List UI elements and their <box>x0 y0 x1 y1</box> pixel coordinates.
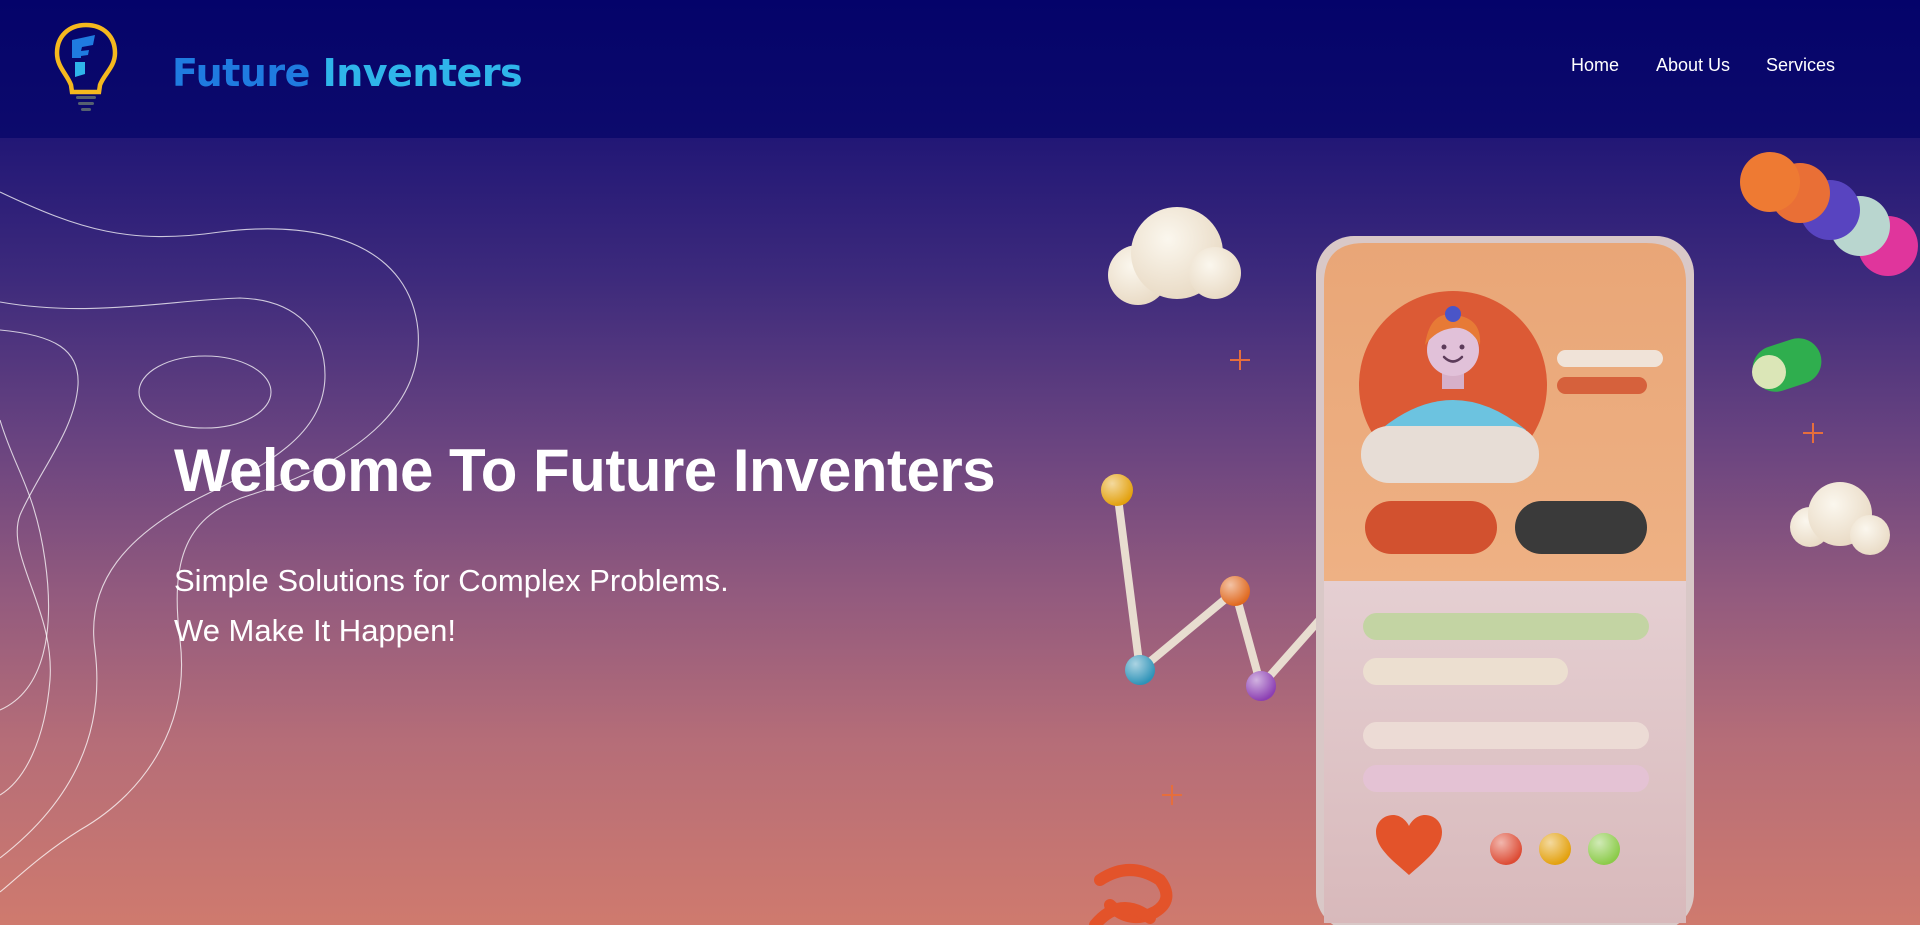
site-header: Future Inventers Home About Us Services <box>0 0 1920 138</box>
nav-services-link[interactable]: Services <box>1766 55 1835 76</box>
nav-home-link[interactable]: Home <box>1571 55 1619 76</box>
phone-mockup <box>1316 236 1694 925</box>
brand-wordmark: Future Inventers <box>172 51 523 95</box>
lightbulb-icon <box>54 22 118 111</box>
cloud-right <box>1790 482 1890 555</box>
toggle-switch-icon <box>1752 338 1822 392</box>
balls-chain <box>1740 152 1918 276</box>
brand-logo[interactable]: Future Inventers <box>54 22 523 114</box>
hero-subtitle: Simple Solutions for Complex Problems. W… <box>174 556 729 656</box>
nav-about-link[interactable]: About Us <box>1656 55 1730 76</box>
brand-name-part2: Inventers <box>322 51 523 95</box>
brand-name-part1: Future <box>172 51 310 95</box>
hero-section: Future Inventers Home About Us Services … <box>0 0 1920 925</box>
hero-subtitle-line1: Simple Solutions for Complex Problems. <box>174 563 729 598</box>
hero-illustration <box>1089 152 1918 925</box>
cloud-left <box>1108 207 1241 305</box>
main-nav: Home About Us Services <box>1220 55 1920 85</box>
hero-title: Welcome To Future Inventers <box>174 437 996 504</box>
spiral-decoration <box>1089 864 1173 925</box>
hero-subtitle-line2: We Make It Happen! <box>174 613 457 648</box>
